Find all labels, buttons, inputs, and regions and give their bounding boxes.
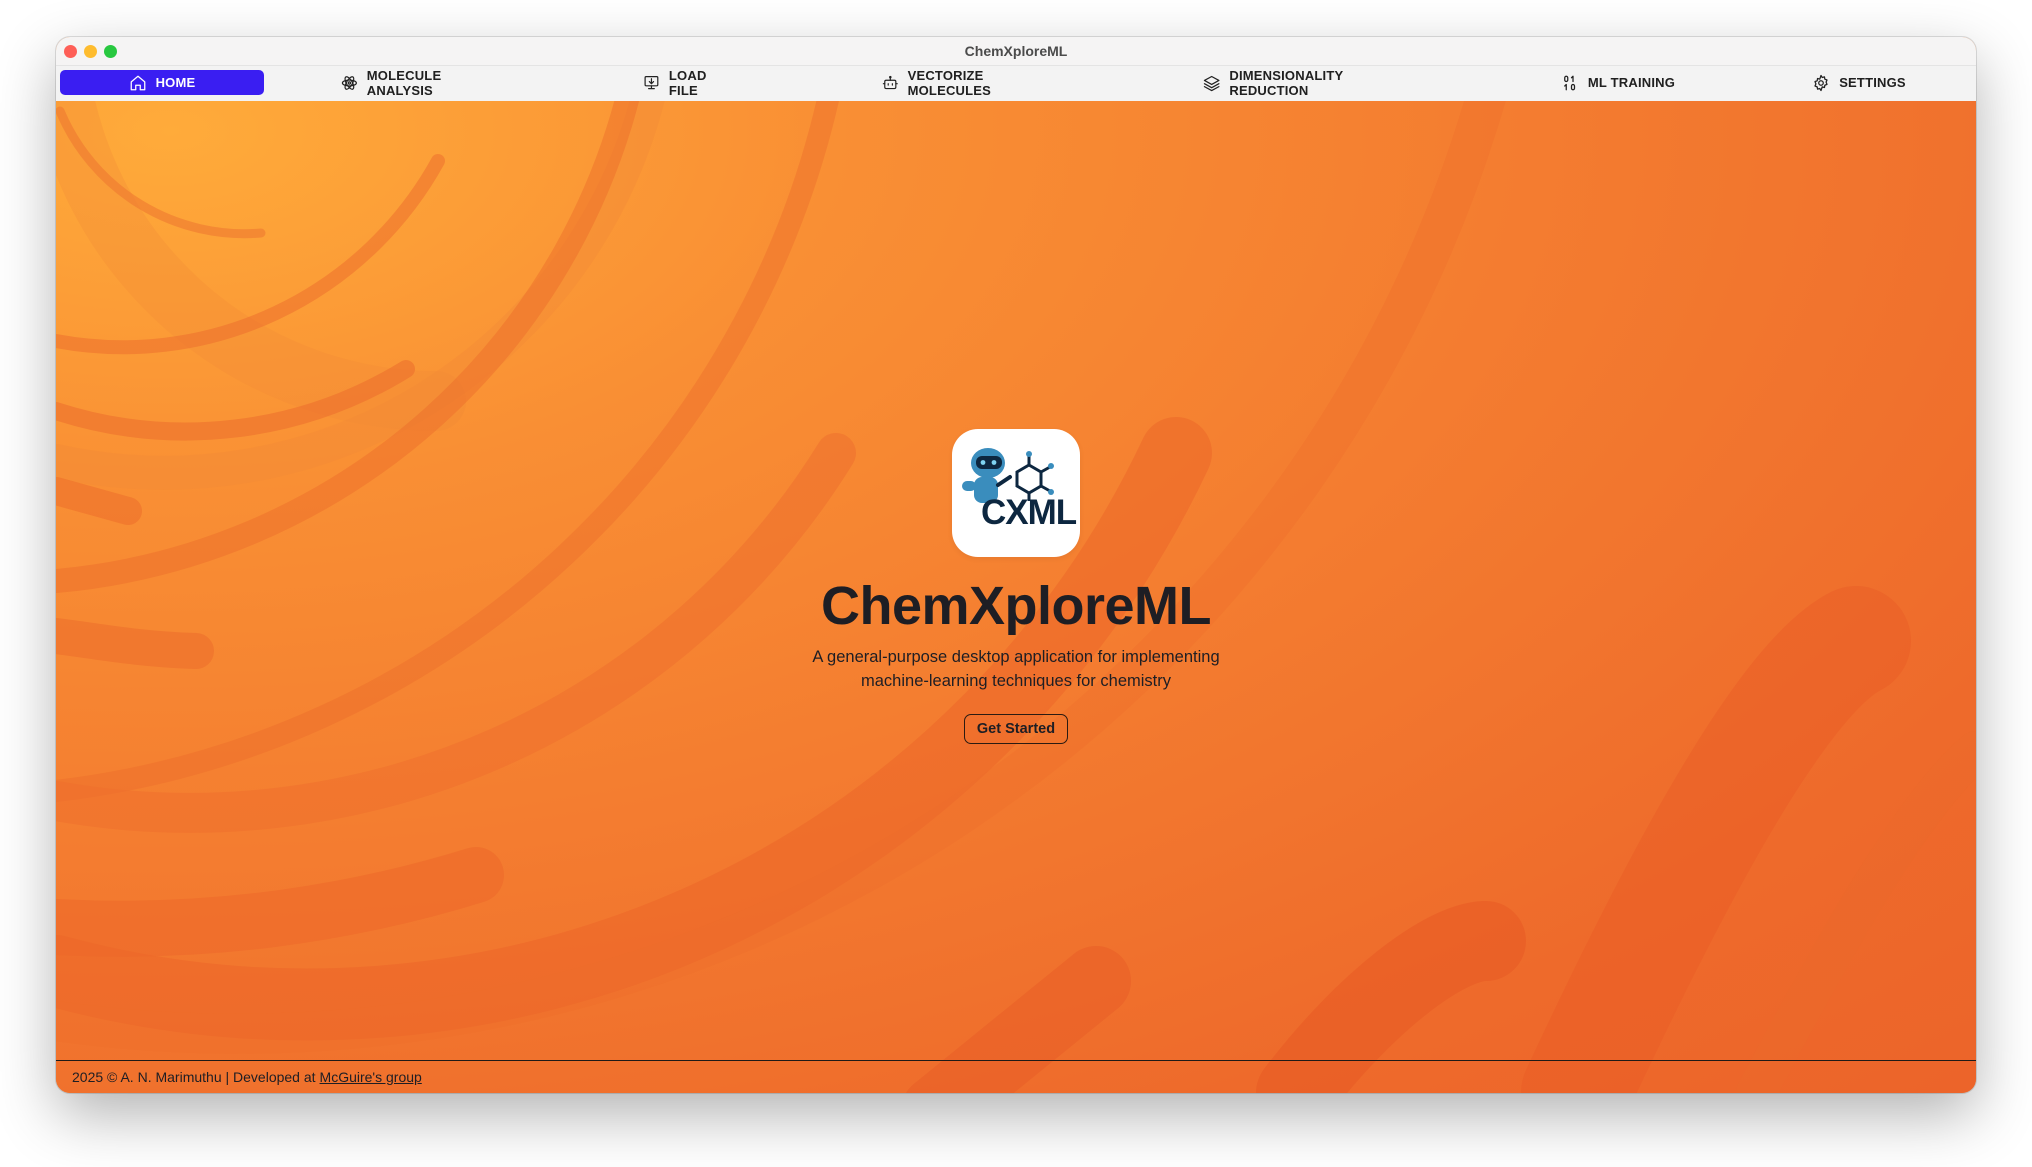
app-logo: CXML (952, 429, 1080, 557)
logo-text: CXML (981, 493, 1077, 532)
hero-subtitle: A general-purpose desktop application fo… (796, 645, 1236, 693)
nav-dimensionality-reduction[interactable]: DIMENSIONALITY REDUCTION (1203, 67, 1419, 98)
nav-molecule-analysis-label: MOLECULE ANALYSIS (366, 67, 442, 98)
nav-home[interactable]: HOME (60, 70, 264, 95)
home-icon (130, 75, 145, 90)
top-nav: HOME MOLECULE ANALYSIS LOAD FILE VECTORI… (56, 66, 1976, 102)
title-bar: ChemXploreML (56, 37, 1976, 66)
hero-subtitle-line-1: A general-purpose desktop application fo… (812, 648, 1220, 666)
mcguire-group-link[interactable]: McGuire's group (320, 1069, 422, 1085)
nav-dimensionality-reduction-label: DIMENSIONALITY REDUCTION (1229, 67, 1344, 98)
window-title: ChemXploreML (964, 43, 1068, 59)
nav-ml-training[interactable]: ML TRAINING (1558, 70, 1678, 95)
layers-icon (1203, 75, 1220, 91)
nav-home-label: HOME (155, 75, 196, 90)
home-page: CXML ChemXploreML A general-purpose desk… (56, 101, 1976, 1093)
gear-icon (1814, 74, 1828, 91)
nav-vectorize-molecules-label: VECTORIZE MOLECULES (907, 67, 992, 98)
nav-settings[interactable]: SETTINGS (1809, 70, 1909, 95)
footer: 2025 © A. N. Marimuthu | Developed at Mc… (56, 1060, 1976, 1093)
binary-icon (1564, 75, 1576, 90)
robot-icon (882, 75, 898, 89)
nav-ml-training-label: ML TRAINING (1587, 75, 1676, 90)
monitor-download-icon (644, 75, 659, 89)
nav-load-file[interactable]: LOAD FILE (643, 67, 735, 98)
hero-section: CXML ChemXploreML A general-purpose desk… (56, 429, 1976, 744)
nav-vectorize-molecules[interactable]: VECTORIZE MOLECULES (882, 67, 1058, 98)
atom-icon (341, 75, 357, 90)
nav-settings-label: SETTINGS (1839, 75, 1906, 90)
hero-title: ChemXploreML (820, 576, 1212, 636)
nav-molecule-analysis[interactable]: MOLECULE ANALYSIS (341, 67, 501, 98)
nav-load-file-label: LOAD FILE (668, 67, 707, 98)
app-window: ChemXploreML HOME MOLECULE ANALYSIS LOAD… (56, 37, 1976, 1093)
footer-credit: 2025 © A. N. Marimuthu | Developed at (72, 1069, 316, 1085)
get-started-button[interactable]: Get Started (963, 714, 1069, 744)
hero-subtitle-line-2: machine-learning techniques for chemistr… (861, 672, 1171, 690)
